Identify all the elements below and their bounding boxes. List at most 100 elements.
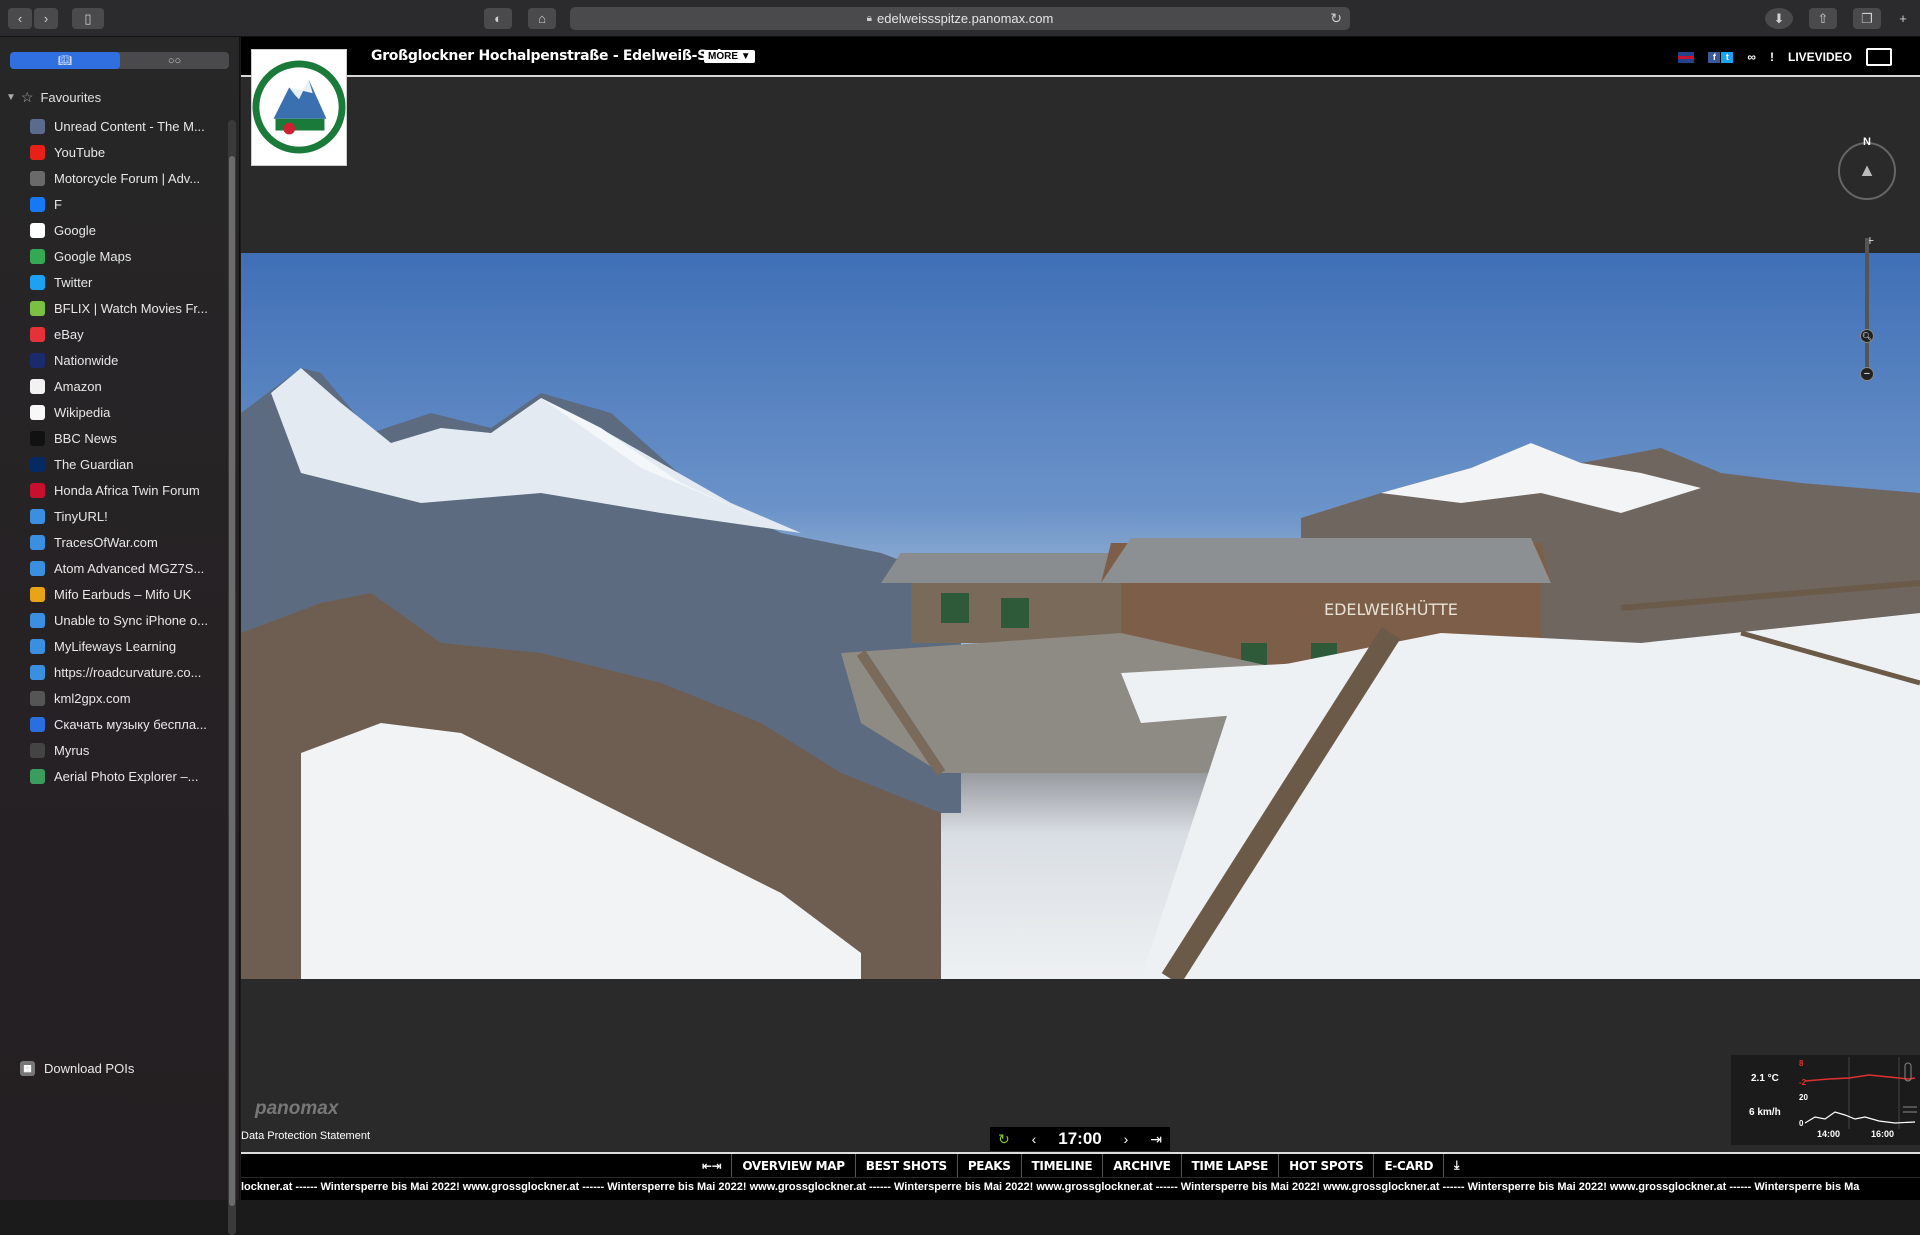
forum-favicon-icon — [30, 170, 45, 186]
share-icon[interactable]: ⇧ — [1809, 8, 1837, 29]
sidebar-item-9[interactable]: eBay — [30, 321, 216, 347]
sidebar-item-13[interactable]: BBC News — [30, 425, 216, 451]
zoom-handle-icon[interactable]: 🔍︎ — [1860, 329, 1874, 343]
back-button[interactable]: ‹ — [8, 8, 32, 29]
sidebar-item-8[interactable]: BFLIX | Watch Movies Fr... — [30, 295, 216, 321]
new-tab-icon[interactable]: + — [1893, 8, 1913, 29]
sidebar-item-label: Скачать музыку бесплa... — [54, 716, 207, 732]
nav-peaks[interactable]: PEAKS — [958, 1154, 1022, 1177]
download-icon[interactable]: ⬇ — [1765, 8, 1793, 29]
temperature-value: 2.1 °C — [1751, 1073, 1779, 1084]
sidebar-item-23[interactable]: kml2gpx.com — [30, 685, 216, 711]
sidebar-item-17[interactable]: TracesOfWar.com — [30, 529, 216, 555]
myrus-favicon-icon — [30, 742, 45, 758]
sidebar-item-22[interactable]: https://roadcurvature.co... — [30, 659, 216, 685]
sidebar-item-19[interactable]: Mifo Earbuds – Mifo UK — [30, 581, 216, 607]
sidebar-item-label: TinyURL! — [54, 508, 108, 524]
forward-button[interactable]: › — [34, 8, 58, 29]
disclosure-triangle-icon[interactable]: ▼ — [6, 92, 16, 103]
sidebar-item-label: Unable to Sync iPhone o... — [54, 612, 208, 628]
fullscreen-icon[interactable] — [1866, 48, 1892, 66]
tabs-overview-icon[interactable]: ❐ — [1853, 8, 1881, 29]
grid-favicon-icon: ▦ — [20, 1060, 35, 1076]
sidebar-item-label: Myrus — [54, 742, 90, 758]
sidebar-item-12[interactable]: Wikipedia — [30, 399, 216, 425]
glasses-icon[interactable]: ○○ — [120, 52, 229, 69]
uk-flag-icon[interactable] — [1678, 51, 1695, 63]
loop-icon[interactable]: ↻ — [998, 1131, 1010, 1148]
download-icon[interactable]: ⤓ — [1444, 1154, 1469, 1177]
nav-e-card[interactable]: E-CARD — [1374, 1154, 1445, 1177]
previous-icon[interactable]: ‹ — [1032, 1131, 1037, 1147]
split-view-icon[interactable]: ⇤⇥ — [692, 1154, 733, 1177]
panomax-page: Großglockner Hochalpenstraße - Edelweiß-… — [241, 37, 1920, 1200]
facebook-icon[interactable]: f — [1708, 51, 1721, 63]
sidebar-item-label: Mifo Earbuds – Mifo UK — [54, 586, 192, 602]
sidebar-item-16[interactable]: TinyURL! — [30, 503, 216, 529]
zoom-slider[interactable] — [1865, 238, 1869, 374]
nav-timeline[interactable]: TIMELINE — [1022, 1154, 1104, 1177]
nav-archive[interactable]: ARCHIVE — [1103, 1154, 1182, 1177]
star-icon: ☆ — [20, 89, 34, 105]
sidebar-item-2[interactable]: YouTube — [30, 139, 216, 165]
sidebar-item-label: Google — [54, 222, 96, 238]
sidebar-item-label: Google Maps — [54, 248, 132, 264]
nav-time-lapse[interactable]: TIME LAPSE — [1182, 1154, 1280, 1177]
sidebar-item-10[interactable]: Nationwide — [30, 347, 216, 373]
sidebar-item-11[interactable]: Amazon — [30, 373, 216, 399]
sidebar-scrollbar[interactable] — [228, 120, 236, 1235]
sidebar-item-15[interactable]: Honda Africa Twin Forum — [30, 477, 216, 503]
home-icon[interactable]: ⌂ — [528, 8, 556, 29]
info-icon[interactable]: ! — [1770, 50, 1774, 64]
sidebar-item-26[interactable]: Aerial Photo Explorer –... — [30, 763, 216, 789]
sidebar-item-20[interactable]: Unable to Sync iPhone o... — [30, 607, 216, 633]
sidebar-item-18[interactable]: Atom Advanced MGZ7S... — [30, 555, 216, 581]
globe-favicon-icon — [30, 664, 45, 680]
weather-widget[interactable]: 2.1 °C 6 km/h 8 -2 20 0 14:00 16:00 — [1731, 1055, 1920, 1145]
sidebar-item-5[interactable]: Google — [30, 217, 216, 243]
zoom-out-icon[interactable]: − — [1860, 367, 1874, 381]
sidebar-item-1[interactable]: Unread Content - The M... — [30, 113, 216, 139]
nav-hot-spots[interactable]: HOT SPOTS — [1279, 1154, 1375, 1177]
sidebar-item-21[interactable]: MyLifeways Learning — [30, 633, 216, 659]
sidebar-item-6[interactable]: Google Maps — [30, 243, 216, 269]
sidebar-item-label: F — [54, 196, 62, 212]
link-icon[interactable]: ∞ — [1747, 50, 1756, 64]
sidebar-item-label: Download POIs — [44, 1060, 135, 1076]
maps-favicon-icon — [30, 248, 45, 264]
favourites-folder[interactable]: ▼ ☆ Favourites — [6, 89, 101, 106]
panomax-logo[interactable]: panomax — [255, 1098, 338, 1120]
next-icon[interactable]: › — [1124, 1131, 1129, 1147]
sidebar-item-7[interactable]: Twitter — [30, 269, 216, 295]
scrollbar-thumb[interactable] — [229, 156, 235, 1206]
sidebar-toggle-icon[interactable]: ▯ — [72, 8, 104, 29]
address-bar[interactable]: 🔒︎ edelweissspitze.panomax.com ↻ — [570, 7, 1350, 30]
sidebar-item-label: YouTube — [54, 144, 106, 160]
skip-to-end-icon[interactable]: ⇥ — [1150, 1131, 1162, 1148]
kml-favicon-icon — [30, 690, 45, 706]
facebook-favicon-icon — [30, 196, 45, 212]
sidebar-item-24[interactable]: Скачать музыку бесплa... — [30, 711, 216, 737]
sidebar-item-3[interactable]: Motorcycle Forum | Adv... — [30, 165, 216, 191]
privacy-link[interactable]: Data Protection Statement — [241, 1130, 370, 1142]
twitter-icon[interactable]: t — [1721, 51, 1734, 63]
url-text: edelweissspitze.panomax.com — [877, 11, 1054, 26]
sidebar-item-4[interactable]: F — [30, 191, 216, 217]
sidebar-item-label: BBC News — [54, 430, 117, 446]
nav-best-shots[interactable]: BEST SHOTS — [856, 1154, 958, 1177]
wind-value: 6 km/h — [1749, 1107, 1781, 1118]
reload-icon[interactable]: ↻ — [1330, 10, 1342, 27]
livevideo-link[interactable]: LIVEVIDEO — [1788, 50, 1852, 64]
nav-overview-map[interactable]: OVERVIEW MAP — [732, 1154, 856, 1177]
chart-time-1: 14:00 — [1817, 1129, 1841, 1139]
sidebar-item-25[interactable]: Myrus — [30, 737, 216, 763]
compass-icon[interactable]: N ▲ — [1838, 136, 1896, 200]
panorama-view[interactable]: EDELWEIßHÜTTE — [241, 253, 1920, 979]
book-icon[interactable]: 📖︎ — [10, 52, 120, 69]
sidebar-item-14[interactable]: The Guardian — [30, 451, 216, 477]
shield-icon[interactable]: ◐ — [484, 8, 512, 29]
more-dropdown[interactable]: MORE ▼ — [704, 50, 755, 63]
sidebar-item-download-pois[interactable]: ▦ Download POIs — [20, 1055, 134, 1081]
globe-favicon-icon — [30, 612, 45, 628]
sidebar-item-label: Nationwide — [54, 352, 119, 368]
